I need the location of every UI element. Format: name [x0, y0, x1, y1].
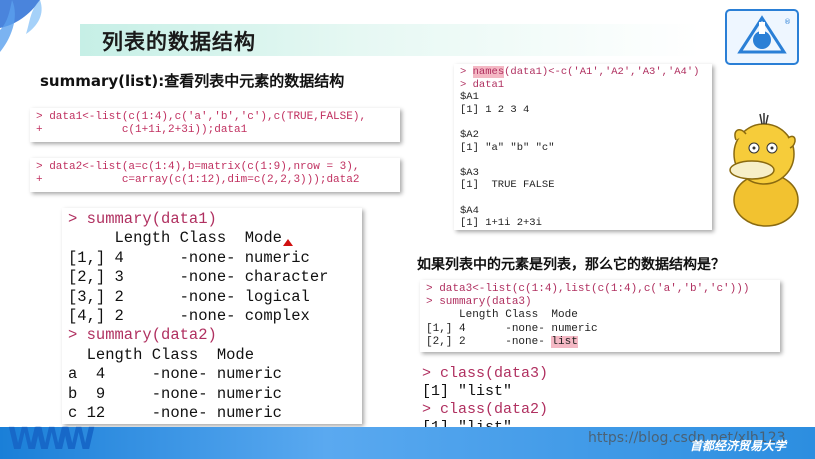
summary-row: [2,] 3 -none- character [68, 268, 329, 287]
footer-decoration-icon: WWW [8, 422, 95, 457]
names-highlight: names [472, 66, 505, 78]
cursor-marker-icon [283, 239, 293, 246]
summary-row: a 4 -none- numeric [68, 365, 282, 384]
output-line: [1] TRUE FALSE [460, 179, 555, 192]
summary-row: [1,] 4 -none- numeric [426, 322, 598, 335]
code-line: + c(1+1i,2+3i));data1 [36, 124, 248, 136]
row-prefix: [2,] 2 -none- [426, 335, 552, 348]
output-line: [1] "a" "b" "c" [460, 141, 555, 154]
summary-header: Length Class Mode [68, 229, 282, 248]
code-block-data1: > data1<-list(c(1:4),c('a','b','c'),c(TR… [30, 108, 400, 142]
summary-row: b 9 -none- numeric [68, 384, 282, 403]
summary-data3-cmd: > summary(data3) [426, 296, 532, 309]
output-line: $A1 [460, 91, 479, 104]
class-data2-cmd: > class(data2) [422, 401, 549, 418]
data1-cmd: > data1 [460, 78, 505, 91]
psyduck-mascot-icon [729, 113, 799, 227]
slide: 列表的数据结构 ® summary(list):查看列表中元素的数据结构 > d… [0, 0, 815, 459]
list-highlight: list [551, 335, 578, 348]
data3-cmd: > data3<-list(c(1:4),list(c(1:4),c('a','… [426, 283, 750, 295]
data3-output-block: > data3<-list(c(1:4),list(c(1:4),c('a','… [420, 280, 780, 352]
summary-output-block: > summary(data1) Length Class Mode [1,] 4… [62, 208, 362, 424]
code-line: > data1<-list(c(1:4),c('a','b','c'),c(TR… [36, 111, 367, 123]
output-line: [1] 1+1i 2+3i [460, 217, 542, 230]
university-logo-icon: ® [725, 9, 799, 65]
summary-header: Length Class Mode [68, 345, 255, 364]
prompt: > [460, 66, 473, 78]
output-line: $A4 [460, 204, 479, 217]
school-name: 首都经济贸易大学 [690, 439, 787, 453]
class-output: [1] "list" [422, 383, 513, 400]
summary-row: [2,] 2 -none- list [426, 335, 780, 349]
output-line: $A3 [460, 166, 479, 179]
summary-row: c 12 -none- numeric [68, 404, 282, 423]
summary-row: [1,] 4 -none- numeric [68, 248, 310, 267]
names-cmd: > names(data1)<-c('A1','A2','A3','A4') [460, 66, 712, 79]
class-data3-cmd: > class(data3) [422, 365, 549, 382]
code-line: > data2<-list(a=c(1:4),b=matrix(c(1:9),n… [36, 161, 360, 173]
names-cmd-rest: (data1)<-c('A1','A2','A3','A4') [504, 66, 700, 78]
subtitle: summary(list):查看列表中元素的数据结构 [40, 72, 345, 90]
output-line: $A2 [460, 128, 479, 141]
decorative-petals-icon [0, 0, 42, 52]
summary-cmd-data2: > summary(data2) [68, 326, 217, 345]
summary-cmd-data1: > summary(data1) [68, 210, 217, 228]
names-output-block: > names(data1)<-c('A1','A2','A3','A4') > … [454, 64, 712, 230]
question-text: 如果列表中的元素是列表，那么它的数据结构是？ [417, 257, 725, 273]
summary-header: Length Class Mode [426, 309, 578, 322]
code-line: + c=array(c(1:12),dim=c(2,2,3)));data2 [36, 174, 360, 186]
summary-row: [4,] 2 -none- complex [68, 307, 310, 326]
slide-title: 列表的数据结构 [102, 30, 256, 54]
output-line: [1] 1 2 3 4 [460, 103, 530, 116]
svg-text:®: ® [784, 18, 791, 26]
summary-row: [3,] 2 -none- logical [68, 287, 310, 306]
code-block-data2: > data2<-list(a=c(1:4),b=matrix(c(1:9),n… [30, 158, 400, 192]
